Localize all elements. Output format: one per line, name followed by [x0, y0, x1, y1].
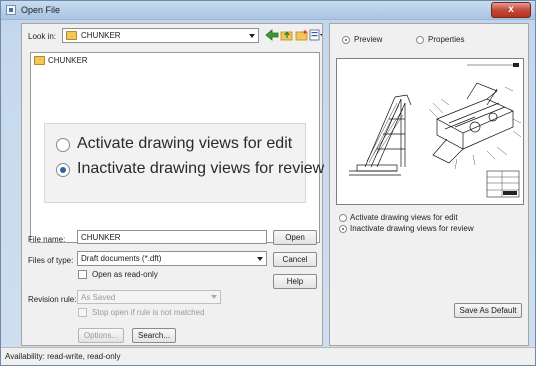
look-in-combo[interactable]: CHUNKER	[62, 28, 259, 43]
file-type-value: Draft documents (*.dft)	[81, 254, 162, 263]
views-menu-icon[interactable]	[309, 29, 323, 41]
open-file-dialog: Open File x Look in: CHUNKER CHUNKER Act…	[0, 0, 536, 366]
new-folder-icon[interactable]	[295, 29, 309, 41]
read-only-checkbox[interactable]	[78, 270, 87, 279]
status-bar: Availability: read-write, read-only	[1, 347, 535, 365]
save-as-default-button[interactable]: Save As Default	[454, 303, 522, 318]
read-only-label: Open as read-only	[92, 270, 158, 279]
chevron-down-icon	[249, 33, 255, 38]
open-button[interactable]: Open	[273, 230, 317, 245]
preview-tab-label: Preview	[354, 35, 383, 44]
availability-status: Availability: read-write, read-only	[5, 352, 121, 361]
folder-icon	[66, 31, 77, 40]
preview-panel: Preview Properties Activate drawing view…	[329, 23, 529, 346]
properties-tab-radio[interactable]	[416, 36, 424, 44]
activate-views-label: Activate drawing views for edit	[77, 135, 293, 152]
chevron-down-icon	[257, 256, 263, 261]
folder-name: CHUNKER	[48, 56, 88, 65]
inactivate-views-label: Inactivate drawing views for review	[77, 160, 325, 177]
folder-icon	[34, 56, 45, 65]
file-browser-panel: Look in: CHUNKER CHUNKER Activate drawin…	[21, 23, 324, 346]
file-list[interactable]: CHUNKER Activate drawing views for edit …	[30, 52, 324, 243]
revision-rule-value: As Saved	[81, 292, 116, 302]
preview-tab-radio[interactable]	[342, 36, 350, 44]
revision-rule-label: Revision rule:	[28, 295, 77, 304]
properties-tab-label: Properties	[428, 35, 465, 44]
inactivate-views-label-small: Inactivate drawing views for review	[350, 224, 474, 233]
activate-views-radio-small[interactable]	[339, 214, 347, 222]
cancel-button[interactable]: Cancel	[273, 252, 317, 267]
help-button[interactable]: Help	[273, 274, 317, 289]
activate-views-radio[interactable]	[56, 138, 70, 152]
file-type-label: Files of type:	[28, 256, 74, 265]
inactivate-views-radio-small[interactable]	[339, 225, 347, 233]
app-icon	[6, 5, 16, 15]
options-button[interactable]: Options...	[78, 328, 124, 343]
up-folder-icon[interactable]	[280, 29, 294, 41]
back-arrow-icon[interactable]	[265, 29, 279, 41]
close-button[interactable]: x	[491, 2, 531, 18]
drawing-preview	[336, 58, 524, 205]
window-title: Open File	[21, 5, 61, 15]
drawing-thumbnail	[349, 63, 522, 198]
revision-rule-select[interactable]: As Saved	[77, 290, 221, 304]
chevron-down-icon	[211, 295, 217, 299]
stop-open-label: Stop open if rule is not matched	[92, 308, 205, 317]
look-in-label: Look in:	[28, 32, 57, 41]
activate-views-label-small: Activate drawing views for edit	[350, 213, 458, 222]
drawing-views-callout: Activate drawing views for edit Inactiva…	[44, 123, 324, 203]
search-button[interactable]: Search...	[132, 328, 176, 343]
look-in-value: CHUNKER	[81, 31, 121, 40]
file-type-select[interactable]: Draft documents (*.dft)	[77, 251, 267, 266]
stop-open-checkbox[interactable]	[78, 308, 87, 317]
file-name-field[interactable]: CHUNKER	[77, 230, 267, 244]
title-bar[interactable]: Open File x	[1, 1, 535, 20]
file-name-label: File name:	[28, 235, 66, 244]
inactivate-views-radio[interactable]	[56, 163, 70, 177]
